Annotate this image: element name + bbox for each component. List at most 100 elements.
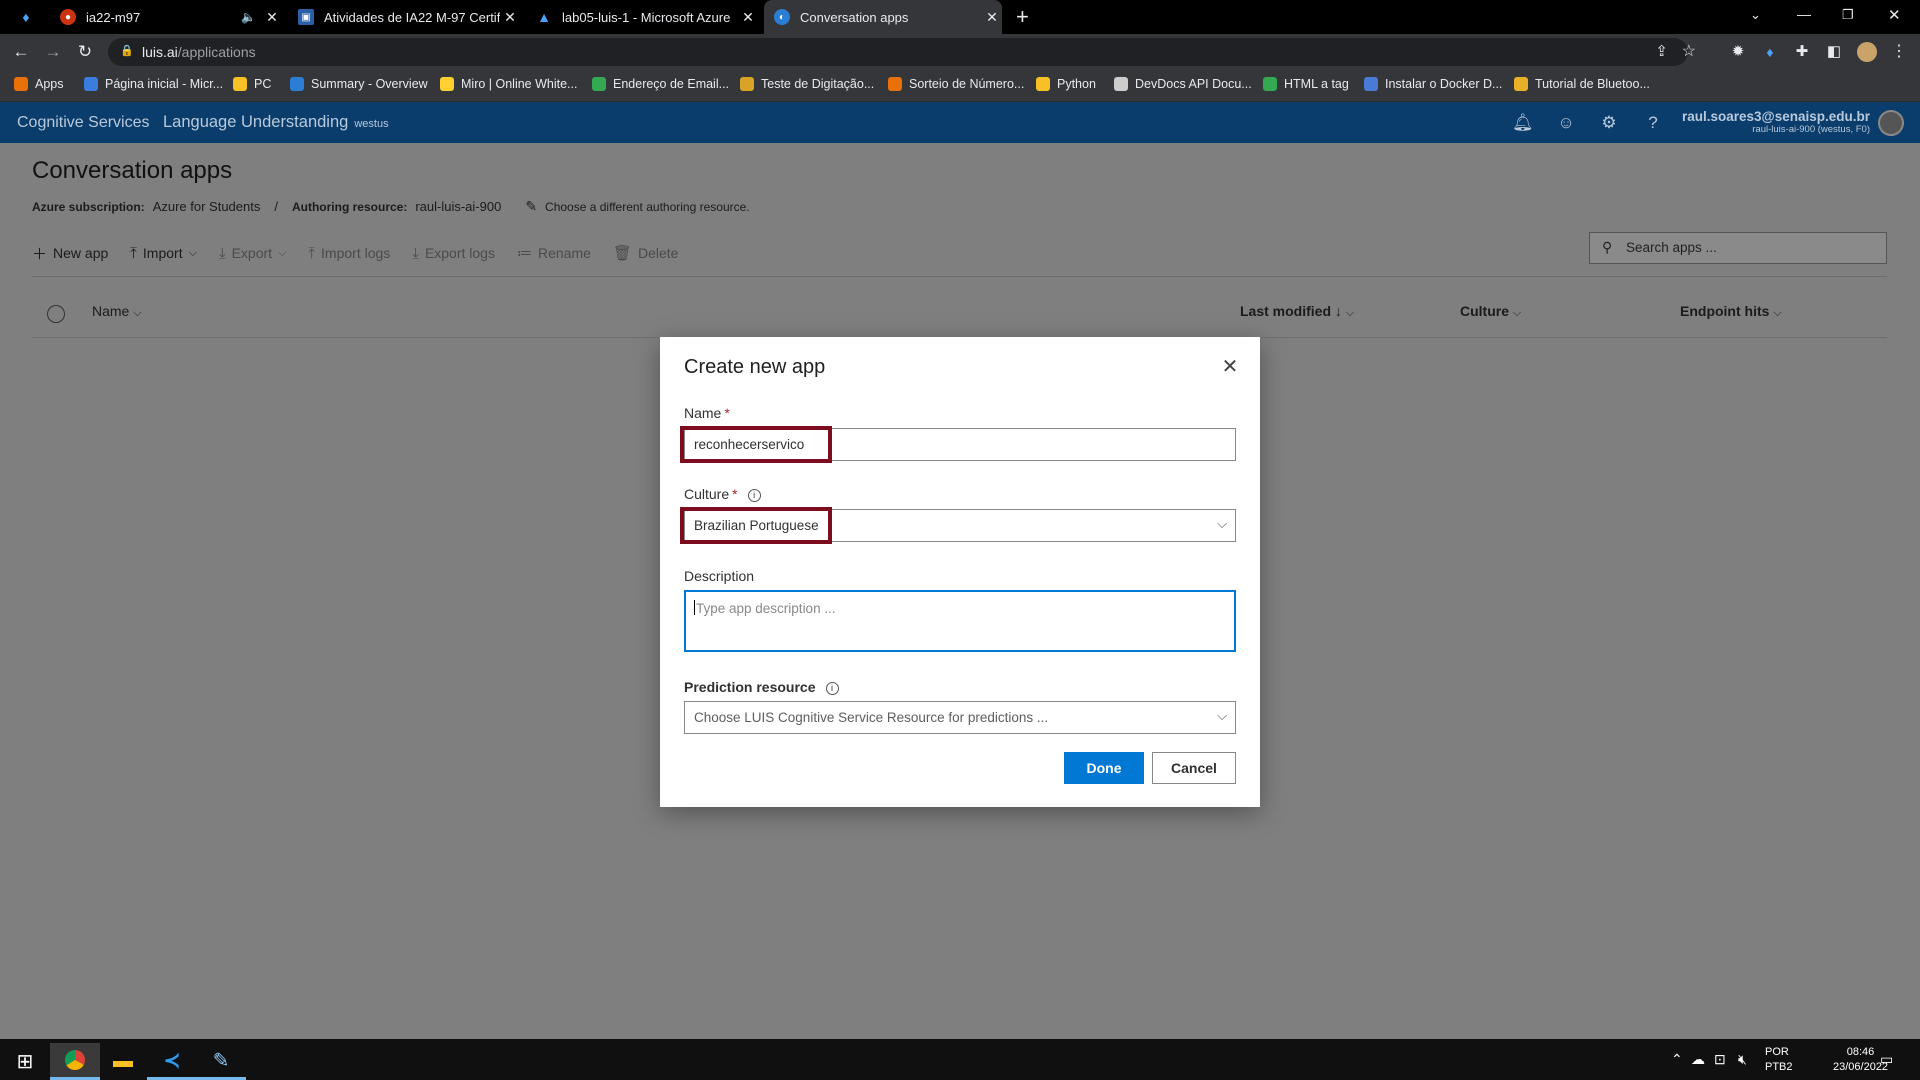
url-host: luis.ai [142, 44, 178, 60]
bookmark-item[interactable]: PC [233, 77, 271, 91]
extension-gear-icon[interactable]: ✹ [1727, 41, 1749, 63]
paint-taskbar-icon[interactable]: ✎ [196, 1043, 246, 1080]
chevron-down-icon: ⌵ [278, 246, 287, 259]
culture-label: Culture * i [684, 486, 761, 502]
edit-pencil-icon[interactable]: ✎ [525, 198, 537, 215]
apps-toolbar: ＋ New app ⤒ Import ⌵ ⤓ Export ⌵ ⤒ Import logs … [32, 241, 678, 265]
notifications-icon[interactable]: ▭ [1880, 1051, 1893, 1068]
breadcrumb-separator: / [274, 199, 278, 214]
download-icon: ⤓ [412, 244, 419, 262]
name-label: Name * [684, 405, 730, 421]
window-close-icon[interactable]: ✕ [1888, 6, 1901, 24]
description-textarea[interactable]: Type app description ... [684, 590, 1236, 652]
bookmark-item[interactable]: Instalar o Docker D... [1364, 77, 1502, 91]
browser-tab[interactable]: ▲ lab05-luis-1 - Microsoft Azure ✕ [526, 0, 758, 34]
close-icon[interactable]: ✕ [1218, 354, 1242, 379]
reload-icon[interactable]: ↻ [74, 41, 96, 63]
browser-menu-icon[interactable]: ⋮ [1888, 41, 1910, 63]
column-name-label: Name [92, 303, 130, 319]
extensions-puzzle-icon[interactable]: ✚ [1791, 41, 1813, 63]
cancel-button[interactable]: Cancel [1152, 752, 1236, 784]
bookmark-item[interactable]: DevDocs API Docu... [1114, 77, 1252, 91]
avatar[interactable] [1878, 110, 1904, 136]
done-button[interactable]: Done [1064, 752, 1144, 784]
bookmark-label: Miro | Online White... [461, 77, 578, 91]
azure-logo-icon: ▲ [537, 9, 551, 25]
bookmark-item[interactable]: Apps [14, 77, 64, 91]
bookmark-label: Endereço de Email... [613, 77, 730, 91]
back-arrow-icon[interactable]: ← [10, 41, 32, 63]
tray-chevron-up-icon[interactable]: ⌃ [1671, 1051, 1683, 1068]
file-explorer-icon[interactable]: ▬ [98, 1043, 148, 1080]
search-input[interactable]: ⚲ Search apps ... [1589, 232, 1887, 264]
bookmark-favicon-icon [1263, 77, 1277, 91]
column-endpoint-hits[interactable]: Endpoint hits ⌵ [1680, 303, 1782, 320]
column-name[interactable]: Name ⌵ [92, 303, 142, 320]
export-button[interactable]: ⤓ Export ⌵ [219, 245, 286, 262]
vscode-taskbar-icon[interactable]: ≺ [147, 1043, 197, 1080]
settings-gear-icon[interactable]: ⚙ [1599, 113, 1619, 133]
bookmark-item[interactable]: Python [1036, 77, 1096, 91]
bookmark-item[interactable]: Tutorial de Bluetoo... [1514, 77, 1650, 91]
help-question-icon[interactable]: ? [1643, 113, 1663, 133]
tab-close-icon[interactable]: ✕ [262, 9, 282, 26]
change-authoring-resource-link[interactable]: Choose a different authoring resource. [545, 200, 750, 214]
chrome-taskbar-icon[interactable] [50, 1043, 100, 1080]
window-restore-icon[interactable]: ❐ [1842, 7, 1854, 23]
info-icon[interactable]: i [747, 489, 761, 502]
keyboard-language[interactable]: POR PTB2 [1765, 1045, 1793, 1075]
import-logs-button[interactable]: ⤒ Import logs [308, 245, 390, 262]
address-bar[interactable]: 🔒 luis.ai/applications ⇪ ☆ [108, 38, 1696, 66]
side-panel-icon[interactable]: ◧ [1823, 41, 1845, 63]
prediction-resource-dropdown[interactable]: Choose LUIS Cognitive Service Resource f… [684, 701, 1236, 734]
window-minimize-icon[interactable]: — [1797, 6, 1811, 22]
windows-start-icon[interactable]: ⊞ [0, 1043, 50, 1080]
column-last-modified[interactable]: Last modified ↓ ⌵ [1240, 303, 1354, 320]
bookmark-item[interactable]: Endereço de Email... [592, 77, 729, 91]
notifications-bell-icon[interactable]: 🔔︎ [1512, 113, 1534, 133]
tab-close-icon[interactable]: ✕ [500, 9, 520, 26]
new-tab-button[interactable]: + [1016, 4, 1029, 30]
browser-tab[interactable]: ▣ Atividades de IA22 M-97 Certific ✕ [288, 0, 520, 34]
bookmark-label: HTML a tag [1284, 77, 1349, 91]
brand-link[interactable]: Cognitive Services [17, 114, 150, 132]
column-culture[interactable]: Culture ⌵ [1460, 303, 1521, 320]
bookmark-star-icon[interactable]: ☆ [1682, 41, 1696, 61]
browser-profile-icon[interactable]: ♦ [18, 9, 34, 25]
browser-tab[interactable]: ● ia22-m97 🔈 ✕ [50, 0, 282, 34]
bookmark-item[interactable]: Summary - Overview [290, 77, 428, 91]
subscription-value: Azure for Students [152, 199, 261, 214]
import-button[interactable]: ⤒ Import ⌵ [130, 245, 197, 262]
highlight-box [680, 507, 832, 544]
product-name[interactable]: Language Understanding westus [163, 113, 389, 132]
chevron-down-icon: ⌵ [1773, 307, 1782, 319]
volume-muted-icon[interactable]: 🔇︎ [1738, 1051, 1747, 1068]
rename-icon: ≔ [516, 245, 532, 262]
select-all-checkbox[interactable] [47, 305, 65, 323]
bookmark-item[interactable]: Página inicial - Micr... [84, 77, 223, 91]
share-icon[interactable]: ⇪ [1655, 42, 1668, 60]
bookmark-item[interactable]: Sorteio de Número... [888, 77, 1024, 91]
browser-tab-active[interactable]: ◐ Conversation apps ✕ [764, 0, 1002, 34]
network-icon[interactable]: ⊡ [1714, 1051, 1726, 1068]
bookmark-item[interactable]: Miro | Online White... [440, 77, 577, 91]
user-account[interactable]: raul.soares3@senaisp.edu.br raul-luis-ai… [1682, 109, 1870, 135]
extension-diamond-icon[interactable]: ♦ [1759, 41, 1781, 63]
bookmark-item[interactable]: HTML a tag [1263, 77, 1349, 91]
feedback-smiley-icon[interactable]: ☺ [1556, 113, 1576, 133]
text-caret [694, 600, 695, 615]
new-app-button[interactable]: ＋ New app [32, 243, 108, 264]
tab-close-icon[interactable]: ✕ [738, 9, 758, 26]
profile-avatar[interactable] [1857, 42, 1877, 62]
info-icon[interactable]: i [825, 682, 839, 695]
onedrive-cloud-icon[interactable]: ☁ [1691, 1051, 1705, 1068]
bookmark-item[interactable]: Teste de Digitação... [740, 77, 874, 91]
rename-button[interactable]: ≔ Rename [517, 244, 591, 262]
export-logs-button[interactable]: ⤓ Export logs [412, 245, 495, 262]
authoring-label: Authoring resource: [291, 199, 408, 214]
tab-close-icon[interactable]: ✕ [982, 9, 1002, 26]
speaker-mute-icon[interactable]: 🔈 [241, 10, 256, 24]
delete-button[interactable]: 🗑︎ Delete [613, 244, 679, 262]
forward-arrow-icon[interactable]: → [42, 41, 64, 63]
tab-search-chevron-icon[interactable]: ⌄ [1750, 7, 1761, 23]
